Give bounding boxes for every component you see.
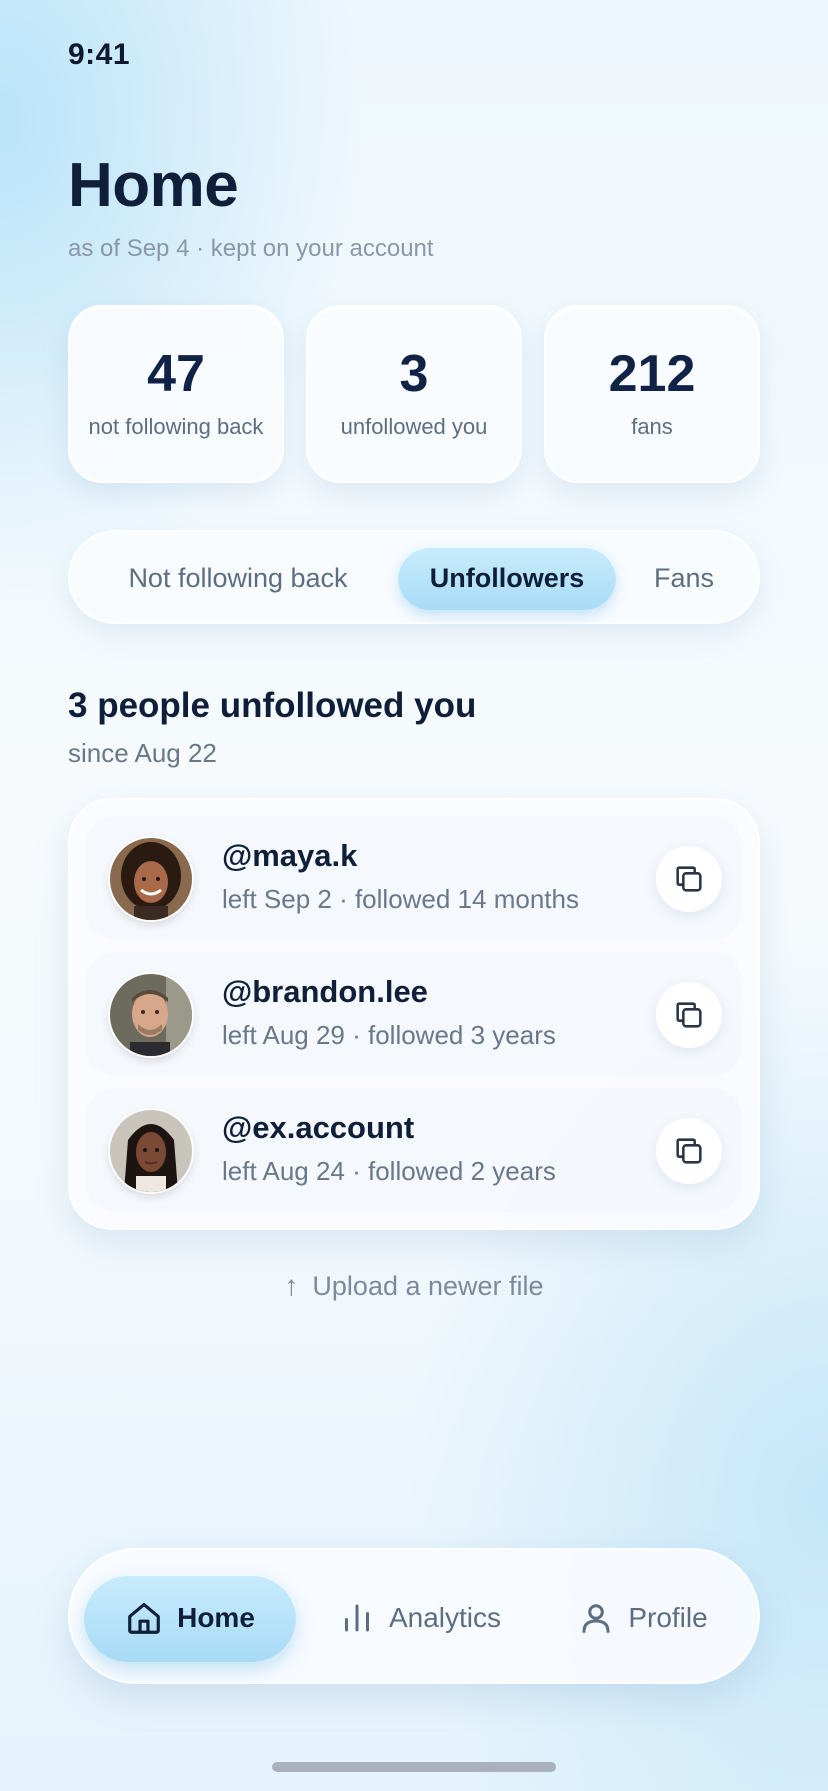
copy-button[interactable] <box>656 982 722 1048</box>
stat-value: 47 <box>147 345 205 403</box>
username: @ex.account <box>222 1110 415 1145</box>
stat-value: 212 <box>608 345 696 403</box>
tab-home-label: Home <box>177 1602 255 1633</box>
tab-profile-label: Profile <box>628 1602 708 1633</box>
unfollow-details: left Aug 29 · followed 3 years <box>222 1020 556 1050</box>
unfollow-details: left Aug 24 · followed 2 years <box>222 1156 556 1186</box>
username: @brandon.lee <box>222 974 428 1009</box>
upload-label: Upload a newer file <box>312 1270 544 1301</box>
stat-label: fans <box>631 414 673 439</box>
status-time: 9:41 <box>68 38 131 71</box>
tab-bar: Home Analytics Profile <box>68 1548 760 1684</box>
page-title: Home <box>68 151 239 220</box>
unfollowers-list: @maya.k left Sep 2 · followed 14 months … <box>68 798 760 1230</box>
section-title: 3 people unfollowed you <box>68 686 477 725</box>
list-item[interactable]: @ex.account left Aug 24 · followed 2 yea… <box>86 1088 742 1212</box>
username: @maya.k <box>222 838 358 873</box>
upload-newer-file-link[interactable]: ↑ Upload a newer file <box>0 1270 828 1302</box>
segmented-control: Not following back Unfollowers Fans <box>68 530 760 624</box>
avatar <box>110 838 192 920</box>
tab-profile[interactable]: Profile <box>548 1574 738 1662</box>
page-subtitle: as of Sep 4 · kept on your account <box>68 235 434 262</box>
copy-icon <box>676 1138 702 1164</box>
tab-analytics-label: Analytics <box>388 1602 502 1633</box>
tab-analytics[interactable]: Analytics <box>320 1574 520 1662</box>
tab-home[interactable]: Home <box>84 1574 296 1662</box>
home-icon <box>128 1602 160 1634</box>
section-subtitle: since Aug 22 <box>68 738 217 768</box>
bar-chart-icon <box>344 1604 369 1632</box>
stat-card-unfollowed-you[interactable]: 3 unfollowed you <box>306 305 522 483</box>
stat-label: unfollowed you <box>340 414 488 439</box>
stat-value: 3 <box>399 345 429 403</box>
list-item[interactable]: @brandon.lee left Aug 29 · followed 3 ye… <box>86 952 742 1076</box>
stat-label: not following back <box>88 414 264 439</box>
unfollow-details: left Sep 2 · followed 14 months <box>222 884 579 914</box>
stats-row: 47 not following back 3 unfollowed you 2… <box>68 305 760 483</box>
person-icon <box>582 1604 610 1633</box>
copy-icon <box>676 866 702 892</box>
copy-button[interactable] <box>656 846 722 912</box>
avatar <box>110 1110 192 1192</box>
segment-fans[interactable]: Fans <box>628 546 740 610</box>
copy-icon <box>676 1002 702 1028</box>
home-indicator <box>272 1762 556 1772</box>
arrow-up-icon: ↑ <box>284 1270 299 1301</box>
stat-card-fans[interactable]: 212 fans <box>544 305 760 483</box>
segment-unfollowers[interactable]: Unfollowers <box>398 546 616 610</box>
avatar <box>110 974 192 1056</box>
list-item[interactable]: @maya.k left Sep 2 · followed 14 months <box>86 816 742 940</box>
stat-card-not-following-back[interactable]: 47 not following back <box>68 305 284 483</box>
segment-not-following-back[interactable]: Not following back <box>88 546 388 610</box>
copy-button[interactable] <box>656 1118 722 1184</box>
